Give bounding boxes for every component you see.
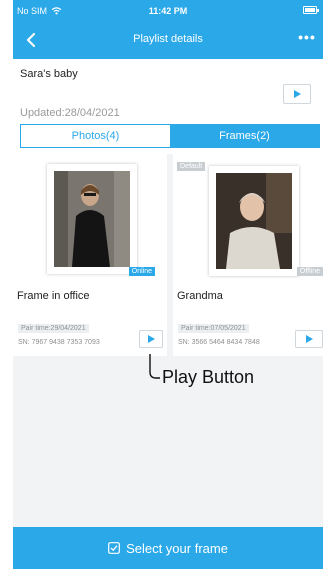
frame-name: Grandma — [177, 290, 223, 302]
more-options-icon[interactable]: ••• — [297, 30, 317, 48]
play-button[interactable] — [295, 330, 323, 348]
pair-time: Pair time:29/04/2021 — [18, 324, 89, 333]
frame-photo — [47, 164, 137, 274]
person-portrait-image — [54, 171, 130, 267]
pair-time: Pair time:07/05/2021 — [178, 324, 249, 333]
battery-icon — [303, 6, 319, 14]
clock: 11:42 PM — [148, 6, 188, 16]
status-badge: Online — [128, 267, 155, 276]
select-frame-label: Select your frame — [126, 540, 228, 556]
frame-photo-image — [54, 171, 130, 267]
checkbox-icon — [108, 542, 120, 554]
play-playlist-button[interactable] — [283, 84, 311, 104]
frame-photo — [209, 166, 299, 276]
frame-card-grandma[interactable]: Default Offline Grandma Pair time:07/05/… — [173, 154, 323, 356]
person-portrait-image — [216, 173, 292, 269]
default-badge: Default — [177, 162, 206, 171]
updated-date: Updated:28/04/2021 — [20, 107, 120, 119]
playlist-name: Sara's baby — [20, 68, 78, 80]
frame-name: Frame in office — [17, 290, 90, 302]
annotation-label: Play Button — [162, 367, 255, 387]
phone-screen: No SIM 11:42 PM Playlist details ••• Sar… — [13, 0, 323, 569]
select-frame-button[interactable]: Select your frame — [13, 527, 323, 569]
serial-number: SN: 3566 5464 8434 7848 — [178, 339, 260, 346]
frame-card-frame-in-office[interactable]: Online Frame in office Pair time:29/04/2… — [13, 154, 167, 356]
tab-photos[interactable]: Photos(4) — [21, 125, 170, 147]
tab-bar: Photos(4) Frames(2) — [20, 124, 320, 148]
status-badge: Offline — [296, 267, 323, 276]
tab-frames[interactable]: Frames(2) — [170, 125, 319, 147]
play-button[interactable] — [139, 330, 163, 348]
nav-bar: Playlist details ••• — [13, 22, 323, 59]
serial-number: SN: 7967 9438 7353 7093 — [18, 339, 100, 346]
page-title: Playlist details — [133, 33, 203, 45]
status-bar: No SIM 11:42 PM — [13, 0, 323, 22]
frame-photo-image — [216, 173, 292, 269]
